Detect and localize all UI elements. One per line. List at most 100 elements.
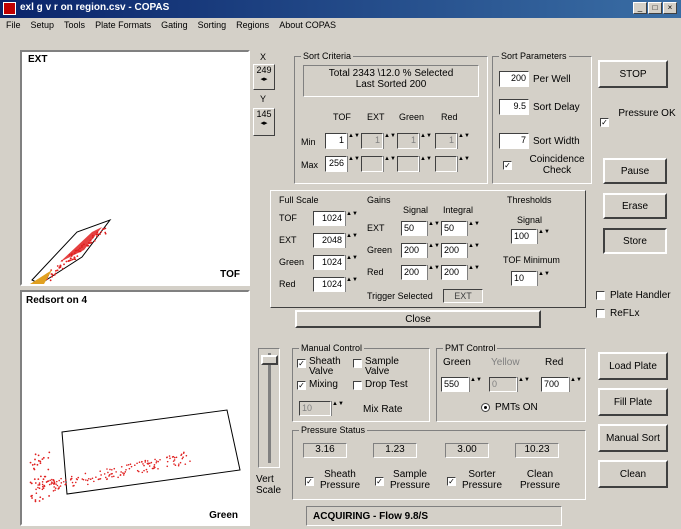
red-max-stepper: ▲▼ (435, 156, 470, 172)
mixing-checkbox[interactable]: ✓ (297, 381, 306, 390)
menu-setup[interactable]: Setup (31, 20, 55, 32)
spin-icon[interactable]: ▲▼ (427, 243, 440, 258)
fs-tof-stepper[interactable]: 1024 ▲▼ (313, 211, 358, 226)
pmt-green-stepper[interactable]: 550 ▲▼ (441, 377, 482, 392)
fill-plate-button[interactable]: Fill Plate (598, 388, 668, 416)
tof-max-field[interactable]: 256 (325, 156, 347, 172)
tof-minimum-stepper[interactable]: 10 ▲▼ (511, 271, 550, 286)
maximize-icon[interactable]: □ (648, 2, 662, 14)
gain-red-integral-field[interactable]: 200 (441, 265, 467, 280)
close-icon[interactable]: × (663, 2, 677, 14)
gain-red-integral[interactable]: 200 ▲▼ (441, 265, 480, 280)
manual-sort-button[interactable]: Manual Sort (598, 424, 668, 452)
spin-icon[interactable]: ▲▼ (345, 233, 358, 248)
pressure-ok-checkbox[interactable]: ✓ (600, 118, 609, 127)
sheath-valve-checkbox[interactable]: ✓ (297, 359, 306, 368)
spin-icon[interactable]: ▲▼ (345, 255, 358, 270)
pmts-on-radio[interactable] (481, 403, 490, 412)
menu-about[interactable]: About COPAS (279, 20, 336, 32)
trigger-field[interactable]: EXT (443, 289, 483, 303)
threshold-signal-stepper[interactable]: 100 ▲▼ (511, 229, 550, 244)
x-spinner[interactable]: 249 ◂▸ (253, 64, 275, 90)
sort-width-field[interactable]: 7 (499, 133, 529, 149)
sheath-pressure-checkbox[interactable]: ✓ (305, 477, 314, 486)
reflx-checkbox[interactable] (596, 309, 605, 318)
spin-icon[interactable]: ▲▼ (467, 221, 480, 236)
menu-sorting[interactable]: Sorting (198, 20, 227, 32)
red-max-field (435, 156, 457, 172)
sample-valve-checkbox[interactable] (353, 359, 362, 368)
pressure-status-group: Pressure Status 3.16 1.23 3.00 10.23 ✓ S… (292, 425, 586, 500)
tof-min-field[interactable]: 1 (325, 133, 347, 149)
clean-button[interactable]: Clean (598, 460, 668, 488)
x-arrows-icon[interactable]: ◂▸ (254, 75, 274, 83)
tof-ext-plot[interactable]: EXT TOF (20, 50, 250, 286)
pmt-red-stepper[interactable]: 700 ▲▼ (541, 377, 582, 392)
spin-icon[interactable]: ▲▼ (467, 243, 480, 258)
fs-red-stepper[interactable]: 1024 ▲▼ (313, 277, 358, 292)
gain-ext-signal[interactable]: 50 ▲▼ (401, 221, 440, 236)
gain-ext-label: EXT (367, 223, 385, 233)
spin-icon[interactable]: ▲▼ (347, 133, 360, 149)
plate-handler-checkbox[interactable] (596, 291, 605, 300)
tof-minimum-field[interactable]: 10 (511, 271, 537, 286)
tof-min-stepper[interactable]: 1 ▲▼ (325, 133, 360, 149)
gain-ext-signal-field[interactable]: 50 (401, 221, 427, 236)
app-icon[interactable] (3, 2, 16, 15)
fs-ext-stepper[interactable]: 2048 ▲▼ (313, 233, 358, 248)
coincidence-checkbox[interactable]: ✓ (503, 161, 512, 170)
y-spinner[interactable]: 145 ◂▸ (253, 108, 275, 136)
gain-green-signal[interactable]: 200 ▲▼ (401, 243, 440, 258)
spin-icon[interactable]: ▲▼ (347, 156, 360, 172)
slider-thumb[interactable] (261, 355, 278, 365)
sorter-pressure-checkbox[interactable]: ✓ (447, 477, 456, 486)
spin-icon[interactable]: ▲▼ (345, 277, 358, 292)
spin-icon[interactable]: ▲▼ (569, 377, 582, 392)
spin-icon[interactable]: ▲▼ (537, 229, 550, 244)
sample-pressure-checkbox[interactable]: ✓ (375, 477, 384, 486)
gain-ext-integral[interactable]: 50 ▲▼ (441, 221, 480, 236)
spin-icon[interactable]: ▲▼ (467, 265, 480, 280)
menu-gating[interactable]: Gating (161, 20, 188, 32)
threshold-signal-field[interactable]: 100 (511, 229, 537, 244)
close-button[interactable]: Close (295, 310, 541, 328)
gain-red-signal-field[interactable]: 200 (401, 265, 427, 280)
store-button[interactable]: Store (603, 228, 667, 254)
vert-scale-slider[interactable] (258, 348, 280, 468)
scatter-point (52, 479, 55, 482)
green-plot[interactable]: Redsort on 4 Green (20, 290, 250, 526)
per-well-field[interactable]: 200 (499, 71, 529, 87)
load-plate-button[interactable]: Load Plate (598, 352, 668, 380)
gain-red-signal[interactable]: 200 ▲▼ (401, 265, 440, 280)
y-arrows-icon[interactable]: ◂▸ (254, 119, 274, 127)
minimize-icon[interactable]: _ (633, 2, 647, 14)
fs-green-field[interactable]: 1024 (313, 255, 345, 270)
fs-green-stepper[interactable]: 1024 ▲▼ (313, 255, 358, 270)
tof-max-stepper[interactable]: 256 ▲▼ (325, 156, 360, 172)
pmt-red-field[interactable]: 700 (541, 377, 569, 392)
gain-ext-integral-field[interactable]: 50 (441, 221, 467, 236)
menu-file[interactable]: File (6, 20, 21, 32)
pmt-yellow-field: 0 (489, 377, 517, 392)
spin-icon[interactable]: ▲▼ (345, 211, 358, 226)
spin-icon[interactable]: ▲▼ (469, 377, 482, 392)
erase-button[interactable]: Erase (603, 193, 667, 219)
drop-test-checkbox[interactable] (353, 381, 362, 390)
stop-button[interactable]: STOP (598, 60, 668, 88)
menu-regions[interactable]: Regions (236, 20, 269, 32)
menu-tools[interactable]: Tools (64, 20, 85, 32)
menu-plate-formats[interactable]: Plate Formats (95, 20, 151, 32)
spin-icon[interactable]: ▲▼ (537, 271, 550, 286)
pause-button[interactable]: Pause (603, 158, 667, 184)
gain-green-integral[interactable]: 200 ▲▼ (441, 243, 480, 258)
fs-ext-field[interactable]: 2048 (313, 233, 345, 248)
fs-red-field[interactable]: 1024 (313, 277, 345, 292)
manual-control-group: Manual Control ✓ Sheath Valve Sample Val… (292, 343, 430, 422)
sort-delay-field[interactable]: 9.5 (499, 99, 529, 115)
spin-icon[interactable]: ▲▼ (427, 265, 440, 280)
pmt-green-field[interactable]: 550 (441, 377, 469, 392)
fs-tof-field[interactable]: 1024 (313, 211, 345, 226)
spin-icon[interactable]: ▲▼ (427, 221, 440, 236)
gain-green-integral-field[interactable]: 200 (441, 243, 467, 258)
gain-green-signal-field[interactable]: 200 (401, 243, 427, 258)
